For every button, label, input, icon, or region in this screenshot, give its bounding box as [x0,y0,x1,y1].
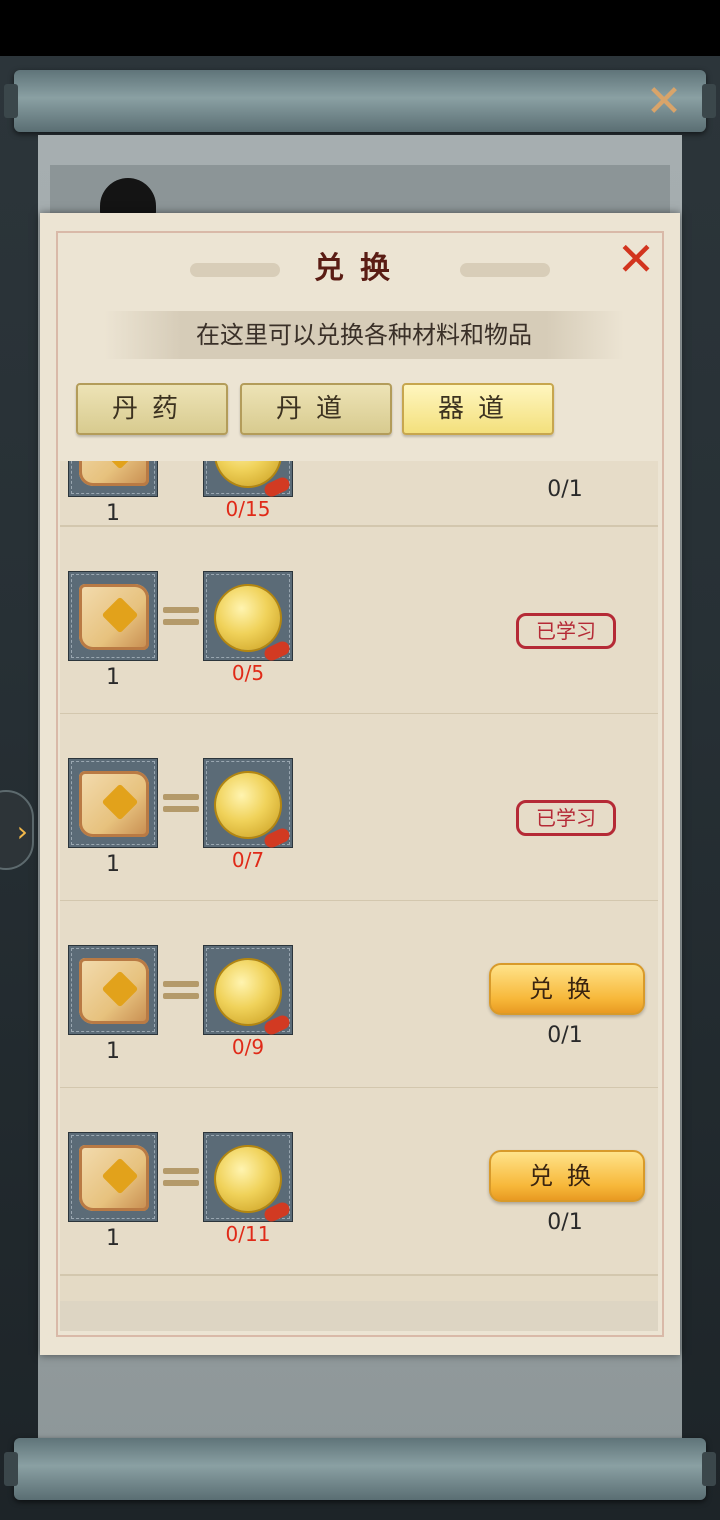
subtitle: 在这里可以兑换各种材料和物品 [196,321,532,349]
tab-crafting[interactable]: 器道 [402,383,554,435]
exchange-button[interactable]: 兑换 [489,1150,645,1202]
scroll-icon [79,771,149,837]
list-item: 1 0/11 兑换 0/1 [60,1088,658,1276]
gold-token-icon [216,586,280,650]
outer-close-icon[interactable]: ✕ [640,78,688,126]
gold-token-icon [216,1147,280,1211]
equals-icon [163,792,199,814]
recipe-scroll-slot[interactable] [68,945,158,1035]
required-count: 0/5 [231,661,265,685]
scroll-icon [79,584,149,650]
learned-badge: 已学习 [516,613,616,649]
material-slot[interactable] [203,758,293,848]
scroll-rod-top [4,70,716,132]
exchange-dialog: 兑换 ✕ 在这里可以兑换各种材料和物品 丹药 丹道 器道 1 0/15 0/1 … [40,213,680,1355]
required-count: 0/11 [225,1222,271,1246]
status-bar [0,0,720,56]
equals-icon [163,1166,199,1188]
required-count: 0/7 [231,848,265,872]
gold-token-icon [216,960,280,1024]
gold-token-icon [216,773,280,837]
recipe-scroll-slot[interactable] [68,1132,158,1222]
scroll-rod-bottom [4,1438,716,1500]
exchange-count: 0/1 [547,1210,583,1235]
recipe-scroll-slot[interactable] [68,758,158,848]
scroll-icon [79,461,149,486]
exchange-list[interactable]: 1 0/15 0/1 1 0/5 已学习 1 0/7 已学习 1 0/9 兑换 … [60,461,658,1301]
material-slot[interactable] [203,945,293,1035]
exchange-count: 0/1 [547,1023,583,1048]
material-slot[interactable] [203,461,293,497]
list-item: 1 0/15 0/1 [60,461,658,527]
dialog-title: 兑换 [314,251,406,286]
scroll-icon [79,1145,149,1211]
equals-icon [163,605,199,627]
recipe-scroll-slot[interactable] [68,461,158,497]
list-footer-wash [60,1301,658,1331]
learned-badge: 已学习 [516,800,616,836]
required-count: 0/15 [225,497,271,521]
exchange-button[interactable]: 兑换 [489,963,645,1015]
subtitle-banner: 在这里可以兑换各种材料和物品 [104,311,624,359]
cost-quantity: 1 [106,1226,120,1251]
material-slot[interactable] [203,1132,293,1222]
side-expand-arrow-icon[interactable]: › [0,790,34,870]
gold-token-icon [216,461,280,486]
cost-quantity: 1 [106,665,120,690]
cost-quantity: 1 [106,852,120,877]
required-count: 0/9 [231,1035,265,1059]
tab-pills[interactable]: 丹药 [76,383,228,435]
tab-alchemy[interactable]: 丹道 [240,383,392,435]
equals-icon [163,461,199,463]
recipe-scroll-slot[interactable] [68,571,158,661]
list-item: 1 0/7 已学习 [60,714,658,902]
material-slot[interactable] [203,571,293,661]
list-item: 1 0/5 已学习 [60,527,658,715]
exchange-count: 0/1 [547,477,583,502]
list-item: 1 0/9 兑换 0/1 [60,901,658,1089]
close-icon[interactable]: ✕ [612,235,660,283]
cost-quantity: 1 [106,501,120,526]
cost-quantity: 1 [106,1039,120,1064]
equals-icon [163,979,199,1001]
scroll-icon [79,958,149,1024]
